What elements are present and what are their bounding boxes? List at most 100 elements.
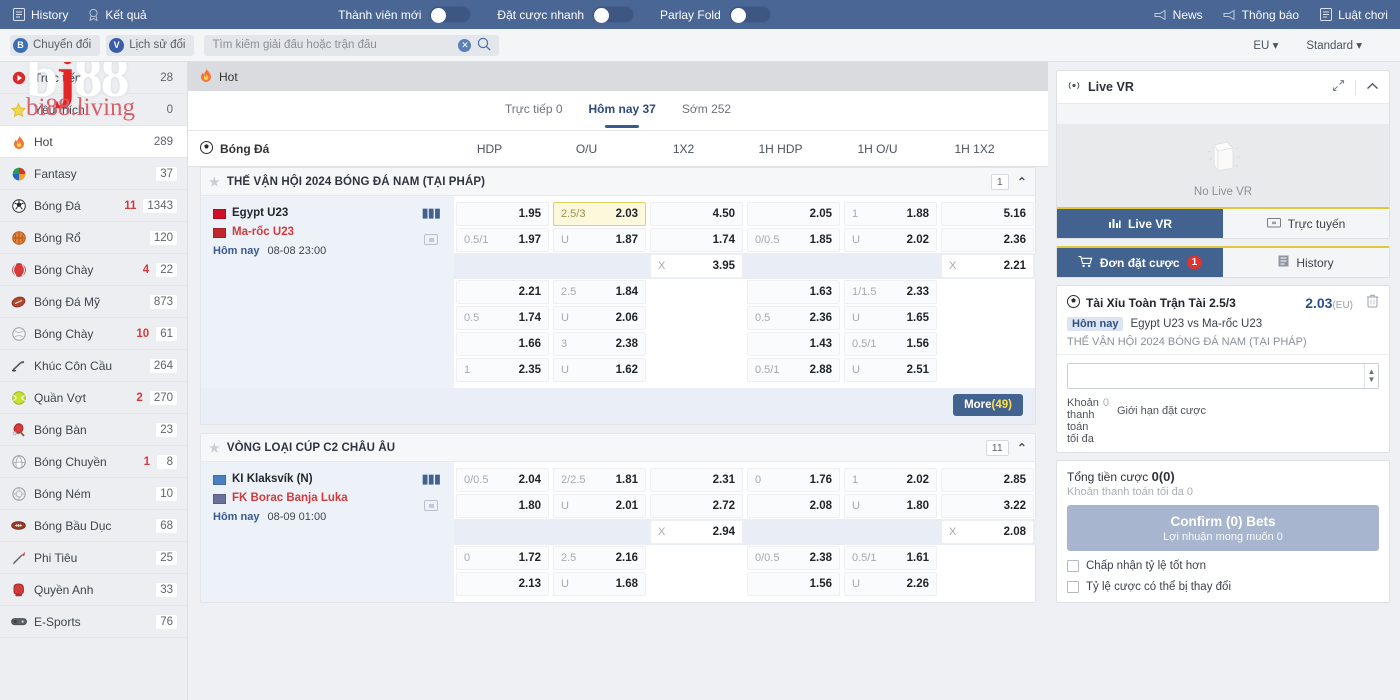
odds-button[interactable]: U 2.01 xyxy=(553,494,646,518)
odds-cell[interactable]: 1.43 xyxy=(745,331,842,357)
odds-button[interactable]: 0.5/1 2.88 xyxy=(747,358,840,382)
odds-button[interactable]: X 2.94 xyxy=(650,520,743,544)
odds-cell[interactable]: 2.5/3 2.03 xyxy=(551,201,648,227)
search-box[interactable]: ✕ xyxy=(204,34,500,56)
odds-cell[interactable]: 2.31 xyxy=(648,467,745,493)
odds-cell[interactable]: U 1.87 xyxy=(551,227,648,253)
odds-button[interactable]: 2.5/3 2.03 xyxy=(553,202,646,226)
odds-cell[interactable]: 2/2.5 1.81 xyxy=(551,467,648,493)
away-team-row[interactable]: FK Borac Banja Luka xyxy=(213,489,454,508)
odds-cell[interactable]: 2.13 xyxy=(454,571,551,597)
sidebar-item-17[interactable]: E-Sports 76 xyxy=(0,606,187,638)
sidebar-item-11[interactable]: Bóng Bàn 23 xyxy=(0,414,187,446)
odds-button[interactable]: U 1.87 xyxy=(553,228,646,252)
sidebar-item-10[interactable]: Quần Vợt 2 270 xyxy=(0,382,187,414)
odds-cell[interactable]: 2.05 xyxy=(745,201,842,227)
odds-cell[interactable]: U 2.02 xyxy=(842,227,939,253)
tab-bet-slip[interactable]: Đơn đặt cược 1 xyxy=(1057,248,1223,277)
odds-cell[interactable]: 2.5 1.84 xyxy=(551,279,648,305)
tv-icon[interactable] xyxy=(423,234,438,245)
tab-live-vr[interactable]: Live VR xyxy=(1057,209,1223,238)
statistics-icon[interactable]: ▮▮▮ xyxy=(422,205,441,221)
odds-button[interactable]: 0 1.72 xyxy=(456,546,549,570)
new-member-toggle[interactable] xyxy=(429,6,472,23)
notifications-button[interactable]: Thông báo xyxy=(1223,8,1299,22)
odds-cell[interactable]: X 3.95 xyxy=(648,253,745,279)
odds-cell[interactable]: 2.5 2.16 xyxy=(551,545,648,571)
sidebar-item-9[interactable]: Khúc Côn Cầu 264 xyxy=(0,350,187,382)
odds-button[interactable]: X 2.08 xyxy=(941,520,1034,544)
stake-field[interactable]: ▲ ▼ xyxy=(1067,363,1379,389)
odds-button[interactable]: 0.5 1.74 xyxy=(456,306,549,330)
odds-button[interactable]: 2.36 xyxy=(941,228,1034,252)
odds-cell[interactable]: 1.66 xyxy=(454,331,551,357)
odds-button[interactable]: U 2.02 xyxy=(844,228,937,252)
accept-any-odds-row[interactable]: Tỷ lệ cược có thể bị thay đổi xyxy=(1067,581,1379,593)
odds-button[interactable]: 0/0.5 2.38 xyxy=(747,546,840,570)
match-list-scroll-area[interactable]: ★ THẾ VẬN HỘI 2024 BÓNG ĐÁ NAM (TẠI PHÁP)… xyxy=(188,167,1048,700)
sidebar-item-0[interactable]: Trực tiếp 28 xyxy=(0,62,187,94)
odds-button[interactable]: 1.95 xyxy=(456,202,549,226)
odds-cell[interactable]: 1.56 xyxy=(745,571,842,597)
odds-cell[interactable]: 1.80 xyxy=(454,493,551,519)
statistics-icon[interactable]: ▮▮▮ xyxy=(422,471,441,487)
tv-icon[interactable] xyxy=(423,500,438,511)
tab-today[interactable]: Hôm nay 37 xyxy=(589,102,656,119)
results-button[interactable]: Kết quả xyxy=(86,8,147,22)
rules-button[interactable]: Luật chơi xyxy=(1319,8,1388,22)
history-chip[interactable]: V Lịch sử đổi xyxy=(106,34,195,56)
odds-button[interactable]: U 2.51 xyxy=(844,358,937,382)
odds-cell[interactable]: U 1.62 xyxy=(551,357,648,383)
sidebar-item-16[interactable]: Quyền Anh 33 xyxy=(0,574,187,606)
collapse-chevron-up-icon[interactable] xyxy=(1366,80,1379,94)
odds-cell[interactable]: 2.21 xyxy=(454,279,551,305)
odds-cell[interactable]: 0 1.76 xyxy=(745,467,842,493)
more-markets-button[interactable]: More(49) xyxy=(953,394,1023,416)
odds-cell[interactable]: U 2.01 xyxy=(551,493,648,519)
sidebar-item-2[interactable]: Hot 289 xyxy=(0,126,187,158)
tab-bet-history[interactable]: History xyxy=(1223,248,1389,277)
home-team-row[interactable]: Egypt U23 xyxy=(213,204,454,223)
odds-format-selector[interactable]: EU ▾ xyxy=(1253,38,1278,52)
odds-cell[interactable]: 2.85 xyxy=(939,467,1036,493)
odds-button[interactable]: U 1.62 xyxy=(553,358,646,382)
odds-button[interactable]: 1/1.5 2.33 xyxy=(844,280,937,304)
sidebar-item-1[interactable]: Yêu thích 0 xyxy=(0,94,187,126)
odds-cell[interactable]: 0.5 2.36 xyxy=(745,305,842,331)
home-team-row[interactable]: KI Klaksvík (N) xyxy=(213,470,454,489)
sidebar-item-5[interactable]: Bóng Rổ 120 xyxy=(0,222,187,254)
accept-better-odds-row[interactable]: Chấp nhận tỷ lệ tốt hơn xyxy=(1067,560,1379,572)
tab-online-stream[interactable]: Trực tuyến xyxy=(1223,209,1389,238)
odds-button[interactable]: 3.22 xyxy=(941,494,1034,518)
odds-cell[interactable]: 1.63 xyxy=(745,279,842,305)
star-icon[interactable]: ★ xyxy=(209,441,220,455)
odds-button[interactable]: 2.85 xyxy=(941,468,1034,492)
odds-cell[interactable]: U 1.68 xyxy=(551,571,648,597)
odds-cell[interactable]: 1/1.5 2.33 xyxy=(842,279,939,305)
odds-button[interactable]: X 2.21 xyxy=(941,254,1034,278)
sidebar-item-6[interactable]: Bóng Chày 4 22 xyxy=(0,254,187,286)
odds-cell[interactable]: 0/0.5 1.85 xyxy=(745,227,842,253)
odds-button[interactable]: 1 2.02 xyxy=(844,468,937,492)
history-button[interactable]: History xyxy=(12,8,68,22)
odds-button[interactable]: 5.16 xyxy=(941,202,1034,226)
chevron-up-icon[interactable]: ⌃ xyxy=(1017,441,1027,455)
match-team-column[interactable]: KI Klaksvík (N) FK Borac Banja Luka Hôm na… xyxy=(201,462,454,602)
odds-button[interactable]: U 1.68 xyxy=(553,572,646,596)
sidebar-item-3[interactable]: Fantasy 37 xyxy=(0,158,187,190)
odds-cell[interactable]: 2.36 xyxy=(939,227,1036,253)
odds-button[interactable]: 0.5 2.36 xyxy=(747,306,840,330)
quick-bet-toggle[interactable] xyxy=(592,6,635,23)
odds-cell[interactable]: U 1.80 xyxy=(842,493,939,519)
odds-button[interactable]: 2.31 xyxy=(650,468,743,492)
league-header[interactable]: ★ THẾ VẬN HỘI 2024 BÓNG ĐÁ NAM (TẠI PHÁP)… xyxy=(201,168,1035,196)
odds-button[interactable]: 2.08 xyxy=(747,494,840,518)
odds-button[interactable]: U 1.65 xyxy=(844,306,937,330)
chevron-up-icon[interactable]: ⌃ xyxy=(1017,175,1027,189)
league-header[interactable]: ★ VÒNG LOẠI CÚP C2 CHÂU ÂU 11 ⌃ xyxy=(201,434,1035,462)
odds-button[interactable]: 1 2.35 xyxy=(456,358,549,382)
odds-cell[interactable]: 0.5/1 1.56 xyxy=(842,331,939,357)
odds-cell[interactable]: 3 2.38 xyxy=(551,331,648,357)
odds-cell[interactable]: X 2.94 xyxy=(648,519,745,545)
odds-button[interactable]: 0/0.5 2.04 xyxy=(456,468,549,492)
